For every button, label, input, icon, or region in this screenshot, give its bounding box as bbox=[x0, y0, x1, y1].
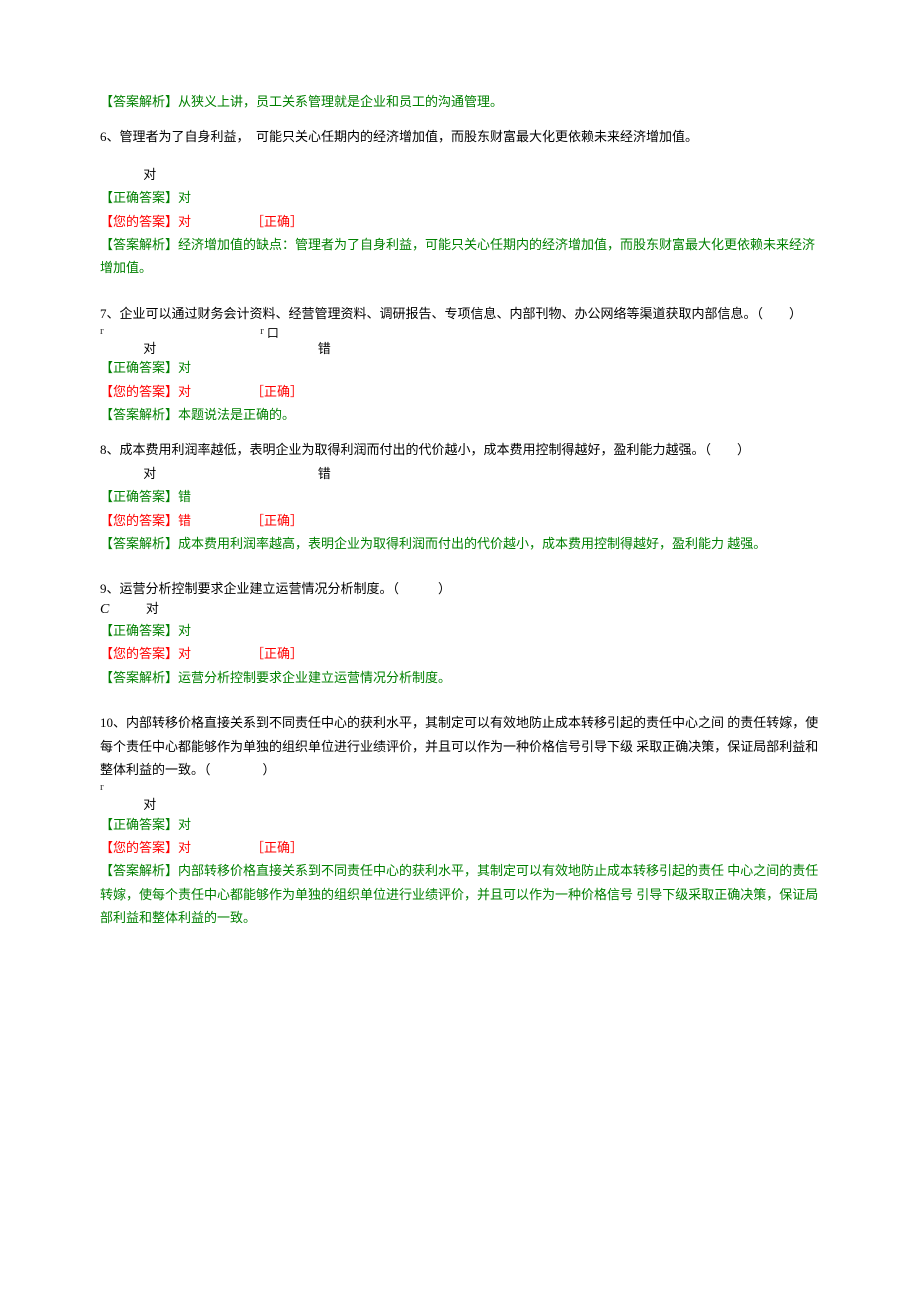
your-answer-line: 【您的答案】对 ［正确］ bbox=[100, 836, 820, 859]
result-flag: ［正确］ bbox=[251, 836, 303, 859]
your-answer-line: 【您的答案】对 ［正确］ bbox=[100, 380, 820, 403]
correct-answer-label: 【正确答案】 bbox=[100, 489, 178, 504]
question-8: 8、成本费用利润率越低，表明企业为取得利润而付出的代价越小，成本费用控制得越好，… bbox=[100, 438, 820, 555]
analysis-text: 经济增加值的缺点：管理者为了自身利益，可能只关心任期内的经济增加值，而股东财富最… bbox=[100, 237, 815, 275]
correct-answer-line: 【正确答案】对 bbox=[100, 813, 820, 836]
question-text: 10、内部转移价格直接关系到不同责任中心的获利水平，其制定可以有效地防止成本转移… bbox=[100, 711, 820, 781]
analysis-text: 从狭义上讲，员工关系管理就是企业和员工的沟通管理。 bbox=[178, 94, 503, 109]
option-true-label[interactable]: 对 bbox=[143, 163, 156, 186]
your-answer-value: 对 bbox=[178, 642, 191, 665]
options-row: 对 bbox=[100, 163, 820, 186]
question-9: 9、运营分析控制要求企业建立运营情况分析制度。（ ） C 对 【正确答案】对 【… bbox=[100, 577, 820, 689]
result-flag: ［正确］ bbox=[251, 380, 303, 403]
correct-answer-value: 对 bbox=[178, 360, 191, 375]
option-true-label[interactable]: 对 bbox=[143, 797, 156, 813]
correct-answer-label: 【正确答案】 bbox=[100, 817, 178, 832]
analysis-label: 【答案解析】 bbox=[100, 407, 178, 422]
your-answer-label: 【您的答案】 bbox=[100, 642, 178, 665]
correct-answer-line: 【正确答案】对 bbox=[100, 619, 820, 642]
analysis-line: 【答案解析】成本费用利润率越高，表明企业为取得利润而付出的代价越小，成本费用控制… bbox=[100, 532, 820, 555]
analysis-text: 成本费用利润率越高，表明企业为取得利润而付出的代价越小，成本费用控制得越好，盈利… bbox=[178, 536, 766, 551]
analysis-label: 【答案解析】 bbox=[100, 237, 178, 252]
analysis-line: 【答案解析】内部转移价格直接关系到不同责任中心的获利水平，其制定可以有效地防止成… bbox=[100, 859, 820, 929]
options-row: C 对 bbox=[100, 601, 820, 619]
correct-answer-line: 【正确答案】错 bbox=[100, 485, 820, 508]
analysis-text: 内部转移价格直接关系到不同责任中心的获利水平，其制定可以有效地防止成本转移引起的… bbox=[100, 863, 818, 925]
your-answer-line: 【您的答案】错 ［正确］ bbox=[100, 509, 820, 532]
correct-answer-value: 错 bbox=[178, 489, 191, 504]
analysis-text: 运营分析控制要求企业建立运营情况分析制度。 bbox=[178, 670, 451, 685]
your-answer-value: 对 bbox=[178, 380, 191, 403]
option-false-label[interactable]: 错 bbox=[318, 462, 331, 485]
analysis-line: 【答案解析】经济增加值的缺点：管理者为了自身利益，可能只关心任期内的经济增加值，… bbox=[100, 233, 820, 280]
radio-icon[interactable]: r bbox=[100, 781, 104, 793]
option-true-label[interactable]: 对 bbox=[146, 601, 159, 618]
result-flag: ［正确］ bbox=[251, 210, 303, 233]
your-answer-label: 【您的答案】 bbox=[100, 210, 178, 233]
result-flag: ［正确］ bbox=[251, 509, 303, 532]
analysis-text: 本题说法是正确的。 bbox=[178, 407, 295, 422]
correct-answer-line: 【正确答案】对 bbox=[100, 186, 820, 209]
your-answer-label: 【您的答案】 bbox=[100, 509, 178, 532]
question-text: 7、企业可以通过财务会计资料、经营管理资料、调研报告、专项信息、内部刊物、办公网… bbox=[100, 302, 820, 325]
options-row: r 对 bbox=[100, 781, 820, 812]
correct-answer-value: 对 bbox=[178, 817, 191, 832]
your-answer-label: 【您的答案】 bbox=[100, 380, 178, 403]
your-answer-label: 【您的答案】 bbox=[100, 836, 178, 859]
options-row: 对 错 bbox=[100, 462, 820, 485]
correct-answer-value: 对 bbox=[178, 190, 191, 205]
analysis-line: 【答案解析】运营分析控制要求企业建立运营情况分析制度。 bbox=[100, 666, 820, 689]
radio-icon[interactable]: r bbox=[100, 325, 104, 337]
option-true-label[interactable]: 对 bbox=[143, 462, 156, 485]
your-answer-line: 【您的答案】对 ［正确］ bbox=[100, 642, 820, 665]
correct-answer-label: 【正确答案】 bbox=[100, 623, 178, 638]
analysis-line: 【答案解析】本题说法是正确的。 bbox=[100, 403, 820, 426]
your-answer-value: 对 bbox=[178, 836, 191, 859]
option-false-label[interactable]: 错 bbox=[318, 341, 331, 357]
analysis-label: 【答案解析】 bbox=[100, 536, 178, 551]
correct-answer-line: 【正确答案】对 bbox=[100, 356, 820, 379]
question-text: 9、运营分析控制要求企业建立运营情况分析制度。（ ） bbox=[100, 577, 820, 600]
your-answer-line: 【您的答案】对 ［正确］ bbox=[100, 210, 820, 233]
correct-answer-value: 对 bbox=[178, 623, 191, 638]
correct-answer-label: 【正确答案】 bbox=[100, 190, 178, 205]
correct-answer-label: 【正确答案】 bbox=[100, 360, 178, 375]
option-true-label[interactable]: 对 bbox=[143, 341, 156, 357]
question-7: 7、企业可以通过财务会计资料、经营管理资料、调研报告、专项信息、内部刊物、办公网… bbox=[100, 302, 820, 427]
your-answer-value: 错 bbox=[178, 509, 191, 532]
analysis-label: 【答案解析】 bbox=[100, 670, 178, 685]
analysis-label: 【答案解析】 bbox=[100, 94, 178, 109]
result-flag: ［正确］ bbox=[251, 642, 303, 665]
question-10: 10、内部转移价格直接关系到不同责任中心的获利水平，其制定可以有效地防止成本转移… bbox=[100, 711, 820, 929]
question-5-analysis: 【答案解析】从狭义上讲，员工关系管理就是企业和员工的沟通管理。 bbox=[100, 90, 820, 113]
question-text: 8、成本费用利润率越低，表明企业为取得利润而付出的代价越小，成本费用控制得越好，… bbox=[100, 438, 820, 461]
question-6: 6、管理者为了自身利益， 可能只关心任期内的经济增加值，而股东财富最大化更依赖未… bbox=[100, 125, 820, 279]
your-answer-value: 对 bbox=[178, 210, 191, 233]
question-text: 6、管理者为了自身利益， 可能只关心任期内的经济增加值，而股东财富最大化更依赖未… bbox=[100, 125, 820, 148]
analysis-label: 【答案解析】 bbox=[100, 863, 178, 878]
radio-icon[interactable]: C bbox=[100, 602, 109, 617]
options-row: r r 口 对 错 bbox=[100, 325, 820, 356]
